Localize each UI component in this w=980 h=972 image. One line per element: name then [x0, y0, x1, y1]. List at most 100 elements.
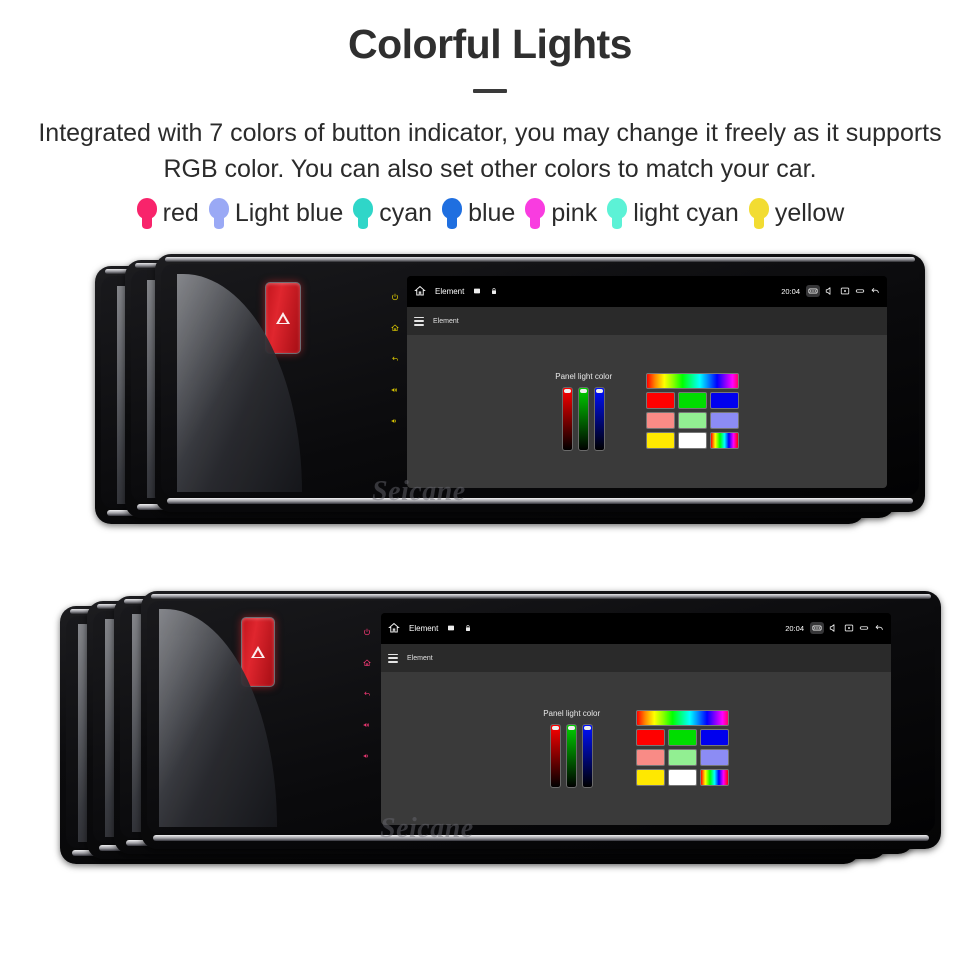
swatch-blue[interactable]: [709, 392, 739, 410]
green-slider[interactable]: [566, 723, 578, 788]
back-icon: [364, 691, 370, 696]
hardkey-volume-down-icon[interactable]: [363, 752, 371, 760]
statusbar-volume-icon[interactable]: [825, 286, 835, 296]
swatch-blue[interactable]: [699, 729, 729, 747]
statusbar-back-icon[interactable]: [874, 623, 884, 633]
hardkey-volume-down-icon[interactable]: [391, 417, 399, 425]
legend-item-yellow: yellow: [748, 197, 844, 230]
statusbar-keyboard-icon[interactable]: [810, 622, 824, 635]
bulb-icon: [136, 197, 158, 230]
bulb-icon: [606, 197, 628, 230]
slider-knob[interactable]: [584, 725, 592, 730]
top-trim: [151, 593, 931, 599]
swatch-periwinkle[interactable]: [709, 412, 739, 430]
product-photos: Element 20:04 Element Panel light color Ele…: [0, 248, 980, 893]
swatch-row: [635, 729, 729, 747]
recents-icon: [859, 626, 869, 631]
statusbar-lock-icon[interactable]: [490, 287, 498, 295]
hamburger-icon[interactable]: [388, 653, 398, 663]
statusbar-image-icon[interactable]: [447, 624, 455, 632]
slider-knob[interactable]: [596, 388, 604, 393]
swatch-rainbow[interactable]: [709, 432, 739, 450]
statusbar-recents-icon[interactable]: [859, 623, 869, 633]
legend-item-light-cyan: light cyan: [606, 197, 739, 230]
slider-knob[interactable]: [552, 725, 560, 730]
hardkey-home-icon[interactable]: [391, 324, 399, 332]
touchscreen-display[interactable]: Element 20:04 Element Panel light color: [407, 275, 887, 488]
hardkey-back-icon[interactable]: [391, 355, 399, 363]
panel-light-color-screen: Panel light color: [381, 671, 891, 825]
header: Colorful Lights Integrated with 7 colors…: [0, 0, 980, 188]
hardkey-power-icon[interactable]: [391, 293, 399, 301]
red-slider[interactable]: [550, 723, 562, 788]
blue-slider[interactable]: [594, 386, 606, 451]
statusbar-screenshot-icon[interactable]: [840, 286, 850, 296]
swatch-salmon[interactable]: [635, 749, 665, 767]
swatch-yellow[interactable]: [645, 432, 675, 450]
bulb-icon: [441, 197, 463, 230]
slider-knob[interactable]: [564, 388, 572, 393]
color-swatch-grid: [635, 710, 729, 787]
statusbar-back-icon[interactable]: [870, 286, 880, 296]
spectrum-gradient-bar[interactable]: [635, 710, 729, 727]
swatch-white[interactable]: [667, 769, 697, 787]
rgb-slider-group: Panel light color: [555, 372, 612, 451]
swatch-red[interactable]: [635, 729, 665, 747]
statusbar-lock-icon[interactable]: [464, 624, 472, 632]
statusbar-keyboard-icon[interactable]: [806, 285, 820, 298]
statusbar-image-icon[interactable]: [473, 287, 481, 295]
spectrum-gradient-bar[interactable]: [645, 373, 739, 390]
bulb-icon: [352, 197, 374, 230]
swatch-periwinkle[interactable]: [699, 749, 729, 767]
page-title: Colorful Lights: [347, 21, 633, 67]
statusbar-recents-icon[interactable]: [855, 286, 865, 296]
screenshot-icon: [840, 288, 850, 295]
green-slider[interactable]: [578, 386, 590, 451]
android-status-bar: Element 20:04: [407, 275, 887, 308]
statusbar-title: Element: [435, 286, 465, 296]
swatch-red[interactable]: [645, 392, 675, 410]
statusbar-screenshot-icon[interactable]: [844, 623, 854, 633]
hazard-light-button[interactable]: [265, 281, 301, 354]
swatch-row: [635, 769, 729, 787]
volume-up-icon: [391, 388, 397, 393]
bulb-icon: [748, 197, 770, 230]
volume-up-icon: [363, 723, 369, 728]
app-bar-title: Element: [433, 317, 459, 325]
legend-label: blue: [468, 199, 516, 228]
screenshot-icon: [844, 625, 854, 632]
slider-knob[interactable]: [580, 388, 588, 393]
hardkey-volume-up-icon[interactable]: [363, 721, 371, 729]
swatch-green[interactable]: [677, 392, 707, 410]
touchscreen-display[interactable]: Element 20:04 Element Panel light color: [381, 612, 891, 825]
status-time: 20:04: [785, 623, 804, 633]
swatch-row: [645, 412, 739, 430]
red-slider[interactable]: [562, 386, 574, 451]
volume-down-icon: [391, 419, 396, 424]
swatch-row: [635, 749, 729, 767]
app-bar: Element: [407, 307, 887, 335]
hardkey-home-icon[interactable]: [363, 659, 371, 667]
swatch-green[interactable]: [667, 729, 697, 747]
statusbar-volume-icon[interactable]: [829, 623, 839, 633]
hardkey-volume-up-icon[interactable]: [391, 386, 399, 394]
blue-slider[interactable]: [582, 723, 594, 788]
back-icon: [392, 356, 398, 361]
lock-icon: [466, 625, 471, 632]
legend-item-light-blue: Light blue: [208, 197, 343, 230]
statusbar-home-icon[interactable]: [388, 622, 400, 634]
swatch-row: [645, 392, 739, 410]
slider-knob[interactable]: [568, 725, 576, 730]
hardkey-back-icon[interactable]: [363, 690, 371, 698]
hamburger-icon[interactable]: [414, 316, 424, 326]
swatch-lightgreen[interactable]: [667, 749, 697, 767]
legend-label: pink: [551, 199, 598, 228]
swatch-white[interactable]: [677, 432, 707, 450]
swatch-yellow[interactable]: [635, 769, 665, 787]
swatch-lightgreen[interactable]: [677, 412, 707, 430]
hardkey-power-icon[interactable]: [363, 628, 371, 636]
statusbar-home-icon[interactable]: [414, 285, 426, 297]
android-status-bar: Element 20:04: [381, 612, 891, 645]
swatch-rainbow[interactable]: [699, 769, 729, 787]
swatch-salmon[interactable]: [645, 412, 675, 430]
